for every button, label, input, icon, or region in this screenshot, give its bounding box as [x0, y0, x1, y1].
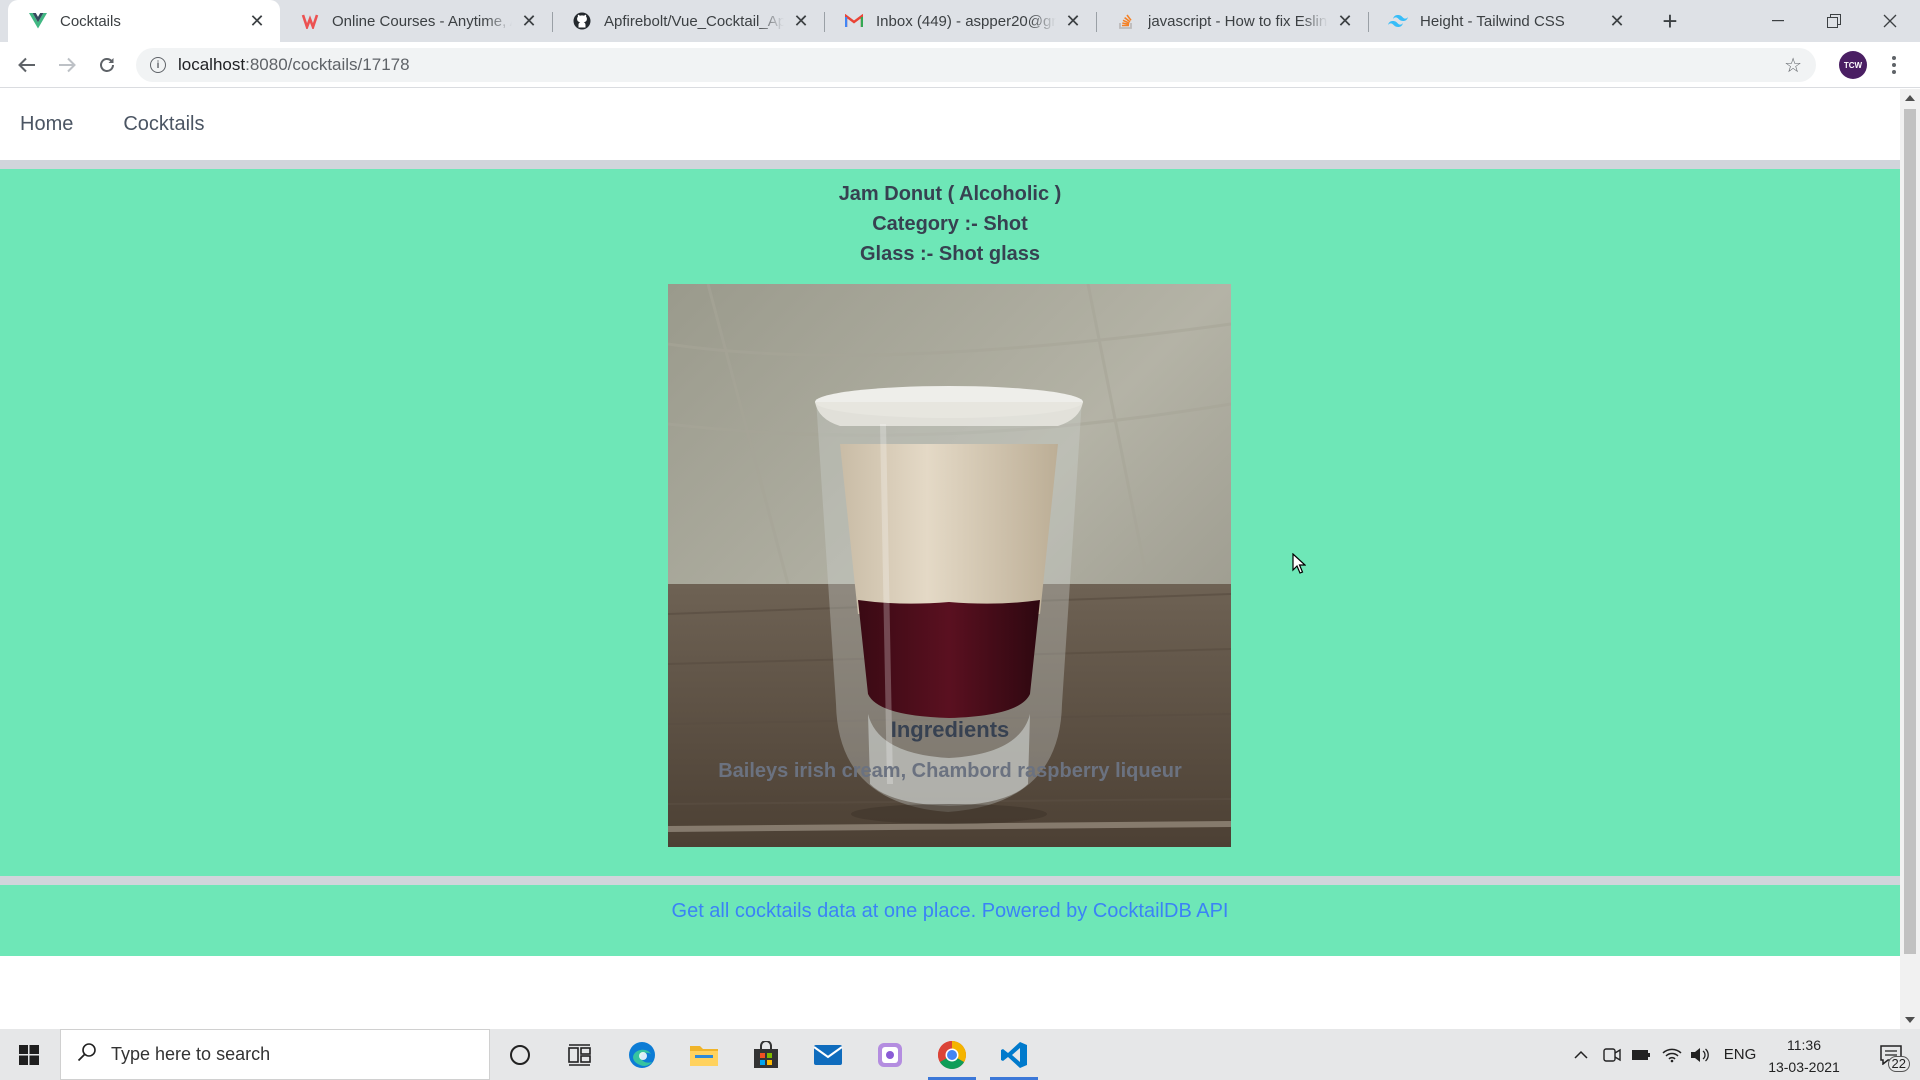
browser-tab-strip: Cocktails ✕ Online Courses - Anytime, An…: [0, 0, 1920, 42]
mail-icon[interactable]: [798, 1029, 858, 1080]
udemy-icon: [300, 11, 320, 31]
address-bar[interactable]: i localhost:8080/cocktails/17178 ☆: [136, 48, 1816, 82]
clock-date: 13-03-2021: [1768, 1059, 1840, 1075]
tab-title: Online Courses - Anytime, Anywhere: [332, 12, 512, 30]
tab-cocktails[interactable]: Cocktails ✕: [8, 0, 280, 42]
tab-separator: [824, 12, 825, 32]
browser-toolbar: i localhost:8080/cocktails/17178 ☆ TCW: [0, 42, 1920, 88]
scrollbar-thumb[interactable]: [1904, 109, 1916, 954]
mouse-cursor-icon: [1292, 552, 1307, 580]
drink-title: Jam Donut ( Alcoholic ): [838, 183, 1062, 205]
tailwind-icon: [1388, 11, 1408, 31]
photos-app-icon[interactable]: [860, 1029, 920, 1080]
battery-icon[interactable]: [1629, 1029, 1653, 1080]
task-view-icon[interactable]: [550, 1029, 610, 1080]
close-icon[interactable]: ✕: [1062, 10, 1084, 32]
cocktail-detail-section: Jam Donut ( Alcoholic ) Category :- Shot…: [0, 169, 1900, 956]
clock-time: 11:36: [1787, 1037, 1821, 1053]
forward-button[interactable]: [52, 50, 82, 80]
show-hidden-icons-chevron-icon[interactable]: [1570, 1029, 1592, 1080]
tab-separator: [552, 12, 553, 32]
site-info-icon[interactable]: i: [150, 57, 166, 73]
vue-icon: [28, 11, 48, 31]
close-icon[interactable]: ✕: [1606, 10, 1628, 32]
tab-title: Inbox (449) - aspper20@gmail.com: [876, 12, 1056, 30]
stackoverflow-icon: [1116, 11, 1136, 31]
drink-glass: Glass :- Shot glass: [859, 243, 1041, 265]
notification-count-badge: 22: [1887, 1056, 1910, 1072]
tab-title: Cocktails: [60, 12, 121, 30]
tab-github[interactable]: Apfirebolt/Vue_Cocktail_App ✕: [552, 0, 824, 42]
drink-category: Category :- Shot: [872, 213, 1028, 235]
taskbar-search-box[interactable]: Type here to search: [60, 1029, 490, 1080]
github-icon: [572, 11, 592, 31]
ingredients-list: Baileys irish cream, Chambord raspberry …: [718, 760, 1182, 782]
tab-title: Height - Tailwind CSS: [1420, 12, 1565, 30]
page-viewport: Home Cocktails Jam Donut ( Alcoholic ) C…: [0, 89, 1900, 1029]
vscode-icon[interactable]: [984, 1029, 1044, 1080]
close-icon[interactable]: ✕: [246, 10, 268, 32]
new-tab-button[interactable]: +: [1656, 6, 1684, 36]
language-indicator[interactable]: ENG: [1720, 1029, 1760, 1080]
site-navbar: Home Cocktails: [0, 89, 1900, 160]
tab-online-courses[interactable]: Online Courses - Anytime, Anywhere ✕: [280, 0, 552, 42]
url-path: :8080/cocktails/17178: [245, 55, 410, 74]
volume-icon[interactable]: [1688, 1029, 1712, 1080]
profile-avatar[interactable]: TCW: [1839, 51, 1867, 79]
windows-taskbar: Type here to search ENG 11:36 13-03-2021…: [0, 1029, 1920, 1080]
footer: Get all cocktails data at one place. Pow…: [0, 900, 1900, 923]
divider-bottom: [0, 876, 1900, 885]
ingredients-heading: Ingredients: [890, 717, 1010, 742]
browser-menu-icon[interactable]: [1884, 50, 1904, 80]
scroll-down-arrow-icon[interactable]: [1905, 1017, 1915, 1023]
scroll-up-arrow-icon[interactable]: [1905, 95, 1915, 101]
windows-start-button[interactable]: [0, 1029, 58, 1080]
taskbar-clock[interactable]: 11:36 13-03-2021: [1766, 1034, 1842, 1078]
tab-separator: [1096, 12, 1097, 32]
footer-cocktaildb-link[interactable]: Get all cocktails data at one place. Pow…: [672, 900, 1229, 922]
restore-button[interactable]: [1806, 0, 1862, 42]
nav-home-link[interactable]: Home: [20, 113, 73, 136]
tab-tailwind[interactable]: Height - Tailwind CSS ✕: [1368, 0, 1640, 42]
page-scrollbar[interactable]: [1900, 89, 1920, 1029]
minimize-button[interactable]: [1750, 0, 1806, 42]
tab-title: Apfirebolt/Vue_Cocktail_App: [604, 12, 784, 30]
chrome-browser-icon[interactable]: [922, 1029, 982, 1080]
wifi-icon[interactable]: [1660, 1029, 1684, 1080]
gmail-icon: [844, 11, 864, 31]
tab-stackoverflow[interactable]: javascript - How to fix Eslint error ✕: [1096, 0, 1368, 42]
tab-gmail[interactable]: Inbox (449) - aspper20@gmail.com ✕: [824, 0, 1096, 42]
cortana-icon[interactable]: [490, 1029, 550, 1080]
close-icon[interactable]: ✕: [790, 10, 812, 32]
tab-separator: [1368, 12, 1369, 32]
url-host: localhost: [178, 55, 246, 74]
url-text: localhost:8080/cocktails/17178: [178, 55, 410, 75]
action-center-icon[interactable]: 22: [1862, 1029, 1920, 1080]
reload-button[interactable]: [92, 50, 122, 80]
close-window-button[interactable]: [1862, 0, 1918, 42]
nav-cocktails-link[interactable]: Cocktails: [123, 113, 204, 136]
tab-title: javascript - How to fix Eslint error: [1148, 12, 1328, 30]
search-icon: [77, 1042, 97, 1067]
bookmark-star-icon[interactable]: ☆: [1784, 53, 1802, 78]
edge-browser-icon[interactable]: [612, 1029, 672, 1080]
meet-now-icon[interactable]: [1600, 1029, 1624, 1080]
search-placeholder: Type here to search: [111, 1044, 271, 1064]
microsoft-store-icon[interactable]: [736, 1029, 796, 1080]
divider-top: [0, 160, 1900, 169]
close-icon[interactable]: ✕: [518, 10, 540, 32]
close-icon[interactable]: ✕: [1334, 10, 1356, 32]
file-explorer-icon[interactable]: [674, 1029, 734, 1080]
back-button[interactable]: [12, 50, 42, 80]
